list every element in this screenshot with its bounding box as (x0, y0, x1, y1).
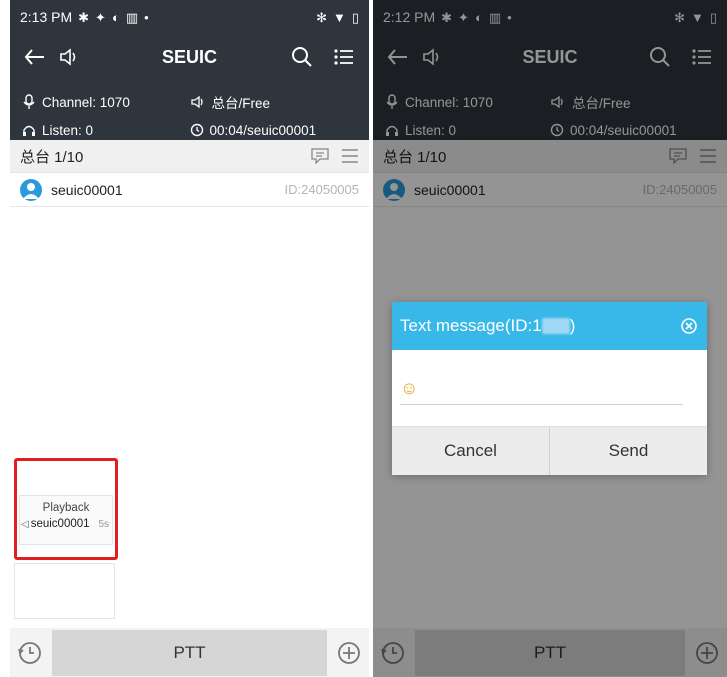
status-bar: 2:13 PM ✱ ✦ ◐ ▥ • ✻ ▼ ▯ (10, 0, 369, 34)
playback-empty-slot (14, 563, 115, 619)
status-time: 2:13 PM (20, 9, 73, 25)
battery-icon: ▯ (351, 9, 359, 25)
send-button[interactable]: Send (549, 427, 707, 475)
battery-saver-icon: ◐ (111, 9, 120, 25)
dot-icon: • (144, 9, 149, 25)
member-name: seuic00001 (51, 181, 123, 198)
text-message-dialog: Text message(ID:1 ) ☺ Cancel Send (392, 302, 707, 475)
ptt-button[interactable]: PTT (52, 629, 327, 676)
hamburger-icon[interactable] (341, 149, 359, 163)
list-menu-icon[interactable] (327, 40, 361, 74)
playback-duration: 5s (98, 518, 109, 530)
cast-icon: ▥ (125, 9, 139, 25)
microphone-icon (23, 94, 35, 110)
clock-icon (190, 124, 203, 137)
list-item[interactable]: seuic00001 ID:24050005 (10, 173, 369, 207)
signal-icon: ✦ (95, 9, 106, 25)
history-icon[interactable] (16, 639, 44, 667)
back-arrow-icon[interactable] (18, 40, 52, 74)
last-talk-label: 00:04/seuic00001 (209, 122, 317, 138)
cancel-button[interactable]: Cancel (392, 427, 549, 475)
group-header: 总台 1/10 (10, 140, 369, 173)
close-circle-icon[interactable] (679, 316, 699, 336)
message-input[interactable]: ☺ (400, 372, 683, 405)
right-phone-screen: 2:12 PM ✱ ✦ ◐ ▥ • ✻ ▼ ▯ SEUIC Channel: 1… (373, 0, 727, 677)
dialog-body: ☺ (392, 350, 707, 426)
user-avatar-icon (20, 178, 42, 201)
playback-panel[interactable]: Playback ◁ seuic00001 5s (14, 458, 118, 560)
plus-circle-icon[interactable] (335, 639, 363, 667)
listen-label: Listen: 0 (42, 122, 94, 138)
playback-card[interactable]: Playback ◁ seuic00001 5s (19, 495, 113, 545)
group-status: 总台/Free (211, 96, 271, 112)
redacted-id (541, 318, 570, 334)
speaker-icon: ◁ (21, 518, 29, 530)
bottom-bar: PTT (10, 628, 369, 677)
speaker-icon (190, 95, 203, 109)
member-id: ID:24050005 (284, 182, 359, 197)
dialog-buttons: Cancel Send (392, 426, 707, 475)
speaker-icon[interactable] (52, 40, 86, 74)
channel-info: Channel: 1070 总台/Free Listen: 0 00:04/se… (10, 80, 369, 140)
wifi-icon: ▼ (332, 9, 346, 25)
dialog-title-suffix: ) (569, 316, 576, 335)
bluetooth-icon: ✻ (316, 9, 327, 25)
playback-name: seuic00001 (30, 518, 90, 530)
left-phone-screen: 2:13 PM ✱ ✦ ◐ ▥ • ✻ ▼ ▯ SEUIC Channel: 1… (10, 0, 369, 677)
search-icon[interactable] (285, 40, 319, 74)
message-icon[interactable] (311, 148, 329, 164)
group-title: 总台 1/10 (20, 148, 84, 166)
dialog-header: Text message(ID:1 ) (392, 302, 707, 350)
headphones-icon (23, 126, 35, 137)
app-bar: SEUIC (10, 34, 369, 80)
channel-label: Channel: 1070 (42, 94, 130, 110)
dialog-title-prefix: Text message(ID:1 (400, 316, 542, 335)
message-input-value: ☺ (400, 377, 419, 398)
gear-icon: ✱ (78, 9, 90, 25)
playback-title: Playback (42, 502, 90, 514)
